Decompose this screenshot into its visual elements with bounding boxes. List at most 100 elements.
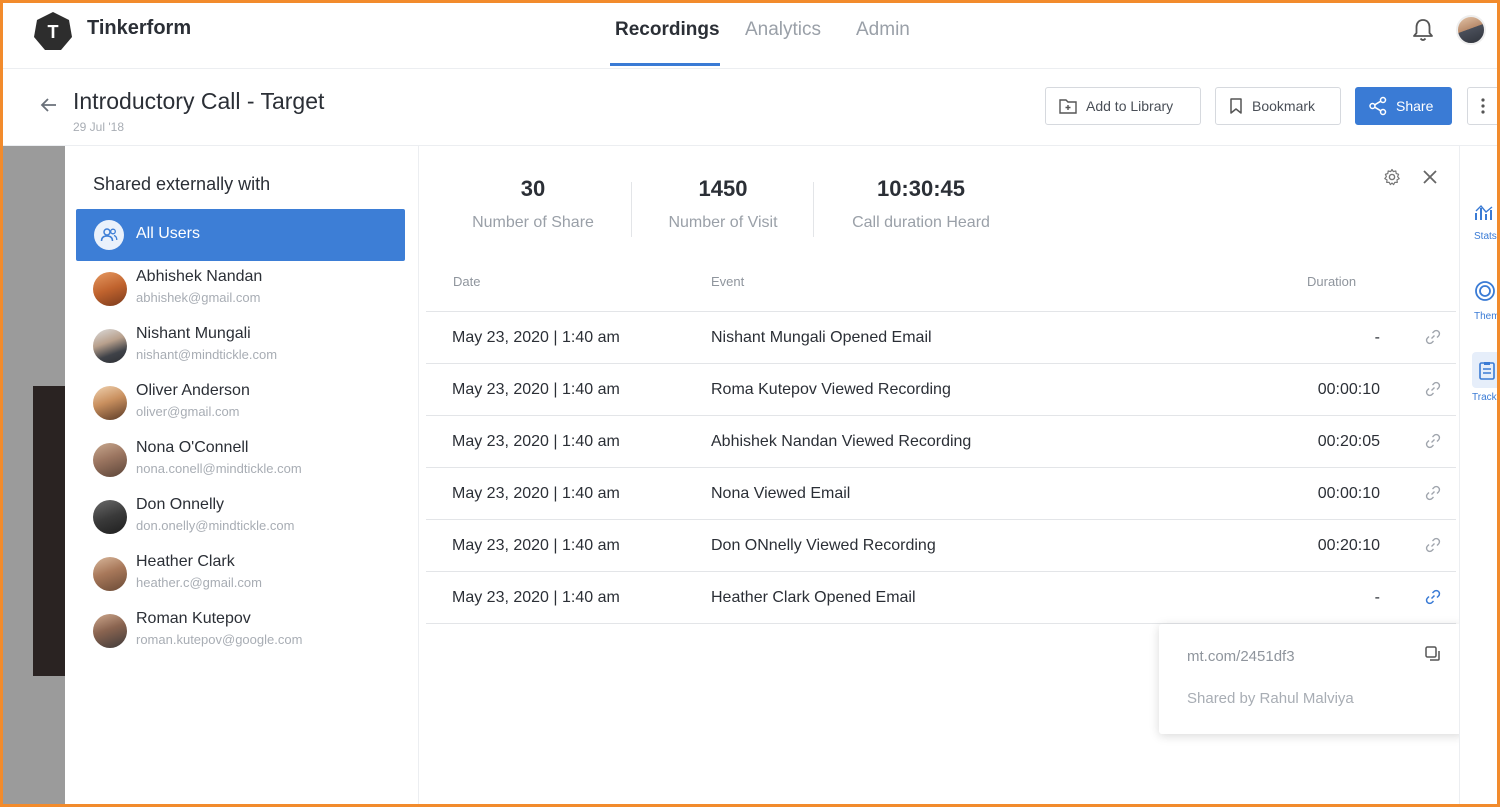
- nav-tab-recordings[interactable]: Recordings: [615, 19, 720, 41]
- stat-value: 30: [520, 176, 546, 201]
- share-button[interactable]: Share: [1355, 87, 1452, 125]
- rail-label-stats: Stats: [1474, 231, 1497, 242]
- stat-number-of-visit: 1450 Number of Visit: [655, 176, 791, 232]
- bell-icon[interactable]: [1411, 17, 1435, 43]
- user-name: Heather Clark: [136, 553, 235, 570]
- shared-users-panel: Shared externally with All Users Abhishe…: [65, 146, 419, 804]
- table-row: May 23, 2020 | 1:40 am Roma Kutepov View…: [426, 364, 1456, 416]
- page-date: 29 Jul '18: [73, 120, 124, 134]
- shared-by-text: Shared by Rahul Malviya: [1187, 690, 1354, 707]
- nav-tab-admin[interactable]: Admin: [856, 19, 910, 41]
- cell-event: Nona Viewed Email: [711, 485, 851, 502]
- shared-panel-title: Shared externally with: [93, 174, 271, 194]
- active-tab-indicator: [610, 63, 720, 66]
- share-label: Share: [1396, 98, 1434, 114]
- column-header-event[interactable]: Event: [711, 274, 744, 289]
- rail-item-themes[interactable]: Themes: [1474, 280, 1500, 322]
- stat-divider: [631, 182, 632, 237]
- cell-date: May 23, 2020 | 1:40 am: [452, 537, 620, 554]
- clipboard-icon: [1479, 362, 1495, 380]
- cell-event: Abhishek Nandan Viewed Recording: [711, 433, 972, 450]
- all-users-item[interactable]: All Users: [76, 209, 405, 261]
- link-icon[interactable]: [1424, 380, 1442, 398]
- cell-duration: 00:00:10: [1317, 381, 1380, 398]
- video-backdrop-frame: [33, 386, 65, 676]
- user-avatar: [93, 272, 127, 306]
- more-options-button[interactable]: [1467, 87, 1497, 125]
- link-icon[interactable]: [1424, 328, 1442, 346]
- user-item[interactable]: Nona O'Connell nona.conell@mindtickle.co…: [93, 439, 413, 489]
- link-icon[interactable]: [1424, 432, 1442, 450]
- table-row: May 23, 2020 | 1:40 am Heather Clark Ope…: [426, 572, 1456, 624]
- cell-date: May 23, 2020 | 1:40 am: [452, 433, 620, 450]
- user-email: nishant@mindtickle.com: [136, 347, 278, 362]
- rail-item-stats[interactable]: Stats: [1474, 204, 1497, 242]
- brand-logo-icon[interactable]: T: [33, 11, 73, 51]
- user-avatar: [93, 386, 127, 420]
- table-row: May 23, 2020 | 1:40 am Nishant Mungali O…: [426, 312, 1456, 364]
- cell-event: Heather Clark Opened Email: [711, 589, 916, 606]
- cell-duration: 00:00:10: [1317, 485, 1380, 502]
- add-to-library-label: Add to Library: [1086, 98, 1174, 114]
- share-link-url[interactable]: mt.com/2451df3: [1187, 648, 1295, 665]
- copy-icon[interactable]: [1423, 644, 1443, 664]
- user-avatar: [93, 443, 127, 477]
- cell-date: May 23, 2020 | 1:40 am: [452, 329, 620, 346]
- bookmark-button[interactable]: Bookmark: [1215, 87, 1341, 125]
- stat-label: Number of Visit: [668, 214, 778, 231]
- more-vertical-icon: [1481, 98, 1485, 114]
- link-icon[interactable]: [1424, 536, 1442, 554]
- user-avatar[interactable]: [1456, 15, 1486, 45]
- user-name: Nona O'Connell: [136, 439, 249, 456]
- table-row: May 23, 2020 | 1:40 am Abhishek Nandan V…: [426, 416, 1456, 468]
- logo-letter: T: [48, 22, 59, 42]
- stat-label: Number of Share: [472, 214, 594, 231]
- user-item[interactable]: Abhishek Nandan abhishek@gmail.com: [93, 268, 413, 318]
- link-icon-active[interactable]: [1424, 588, 1442, 606]
- user-name: Oliver Anderson: [136, 382, 250, 399]
- rail-item-track[interactable]: Track: [1472, 352, 1497, 403]
- share-icon: [1369, 96, 1387, 116]
- user-email: nona.conell@mindtickle.com: [136, 461, 302, 476]
- stat-label: Call duration Heard: [852, 214, 990, 231]
- top-navbar: T Tinkerform Recordings Analytics Admin: [3, 3, 1497, 69]
- user-avatar: [93, 500, 127, 534]
- user-item[interactable]: Nishant Mungali nishant@mindtickle.com: [93, 325, 413, 375]
- user-avatar: [93, 557, 127, 591]
- stat-call-duration: 10:30:45 Call duration Heard: [839, 176, 1003, 232]
- link-icon[interactable]: [1424, 484, 1442, 502]
- user-item[interactable]: Heather Clark heather.c@gmail.com: [93, 553, 413, 603]
- share-analytics-panel: 30 Number of Share 1450 Number of Visit …: [419, 146, 1464, 804]
- user-name: Roman Kutepov: [136, 610, 251, 627]
- track-icon-bg: [1472, 352, 1497, 388]
- add-to-library-button[interactable]: Add to Library: [1045, 87, 1201, 125]
- rail-label-themes: Themes: [1474, 311, 1500, 322]
- user-avatar: [93, 614, 127, 648]
- nav-tab-analytics[interactable]: Analytics: [745, 19, 821, 41]
- stats-icon: [1475, 204, 1493, 220]
- bookmark-label: Bookmark: [1252, 98, 1316, 114]
- back-arrow-icon[interactable]: [39, 95, 59, 115]
- user-item[interactable]: Don Onnelly don.onelly@mindtickle.com: [93, 496, 413, 546]
- video-backdrop: [3, 146, 65, 804]
- user-item[interactable]: Oliver Anderson oliver@gmail.com: [93, 382, 413, 432]
- user-email: heather.c@gmail.com: [136, 575, 262, 590]
- user-name: Abhishek Nandan: [136, 268, 263, 285]
- column-header-date[interactable]: Date: [453, 274, 480, 289]
- cell-duration: 00:20:10: [1317, 537, 1380, 554]
- cell-duration: 00:20:05: [1317, 433, 1380, 450]
- app-frame: T Tinkerform Recordings Analytics Admin …: [0, 0, 1500, 807]
- user-item[interactable]: Roman Kutepov roman.kutepov@google.com: [93, 610, 413, 660]
- stat-number-of-share: 30 Number of Share: [463, 176, 603, 232]
- stat-divider: [813, 182, 814, 237]
- rail-label-track: Track: [1472, 392, 1497, 403]
- settings-gear-icon[interactable]: [1383, 168, 1401, 186]
- cell-date: May 23, 2020 | 1:40 am: [452, 381, 620, 398]
- user-avatar: [93, 329, 127, 363]
- close-icon[interactable]: [1421, 168, 1439, 186]
- column-header-duration[interactable]: Duration: [1307, 274, 1356, 289]
- brand-name: Tinkerform: [87, 17, 192, 39]
- cell-event: Roma Kutepov Viewed Recording: [711, 381, 951, 398]
- page-header: Introductory Call - Target 29 Jul '18 Ad…: [3, 70, 1497, 146]
- right-side-rail: Stats Themes Track: [1459, 146, 1500, 804]
